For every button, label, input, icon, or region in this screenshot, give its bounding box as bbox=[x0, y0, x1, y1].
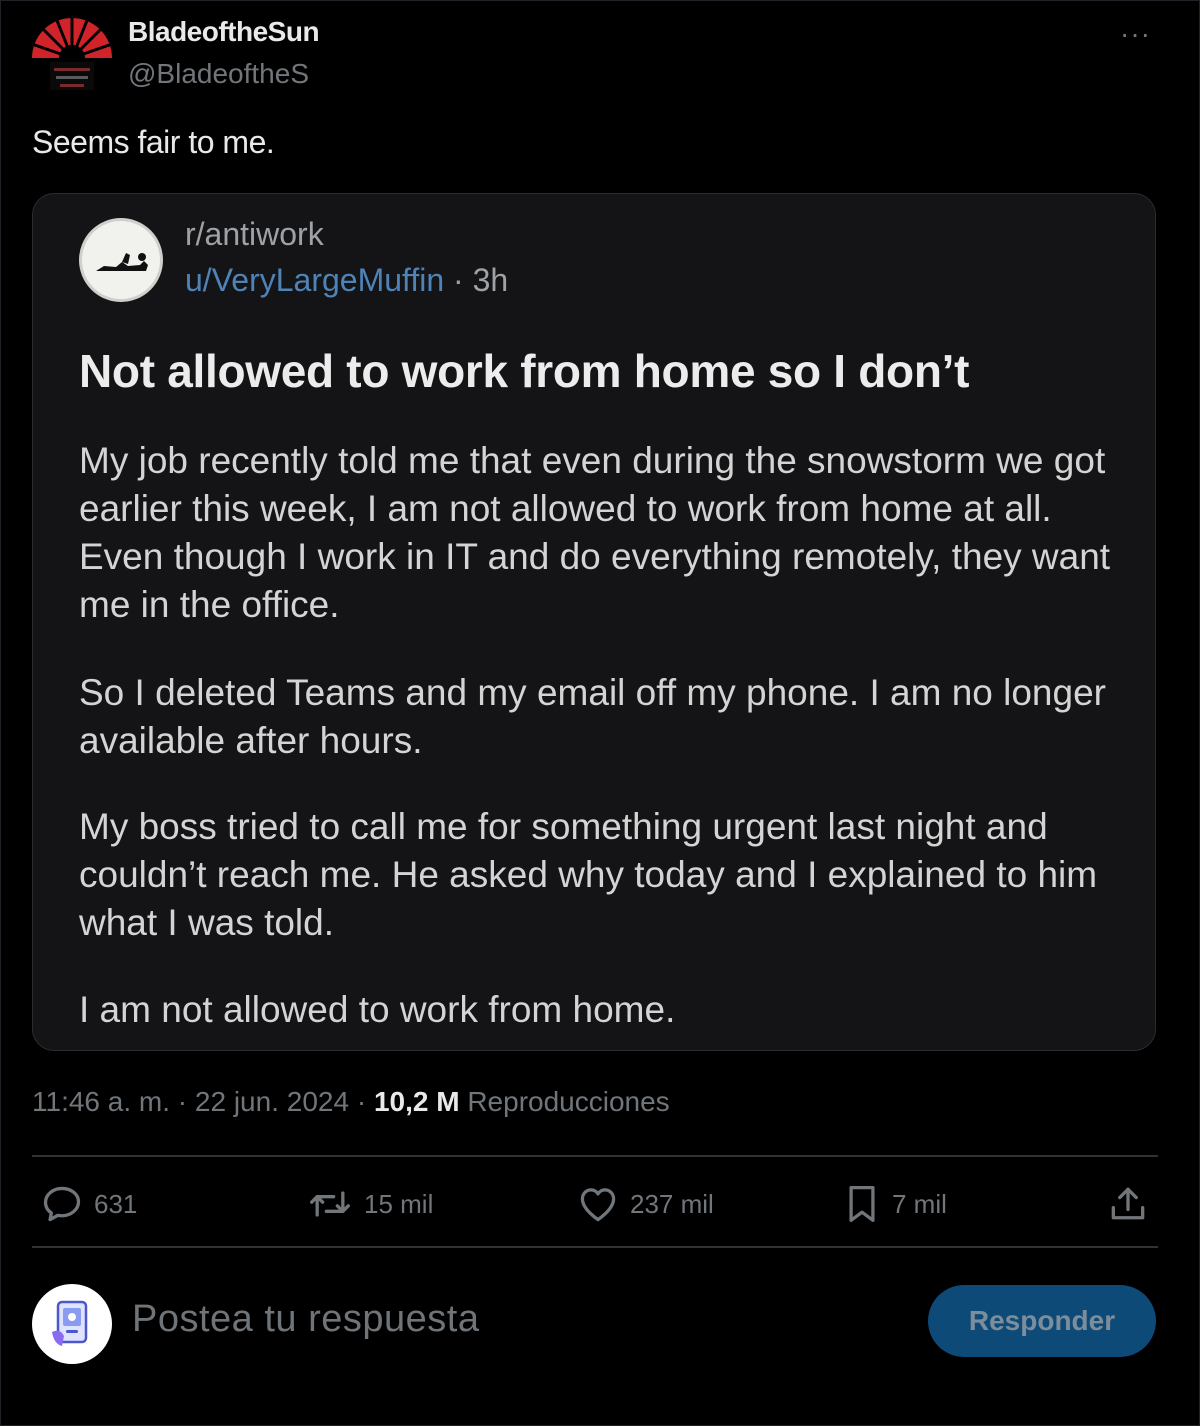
share-button[interactable] bbox=[1106, 1180, 1150, 1228]
tweet-date[interactable]: 22 jun. 2024 bbox=[195, 1086, 349, 1117]
reply-count: 631 bbox=[94, 1188, 138, 1219]
share-upload-icon bbox=[1111, 1187, 1145, 1220]
like-count: 237 mil bbox=[630, 1188, 714, 1219]
reply-submit-button[interactable]: Responder bbox=[928, 1285, 1156, 1357]
repost-count: 15 mil bbox=[364, 1188, 434, 1219]
tweet-time[interactable]: 11:46 a. m. bbox=[32, 1086, 170, 1117]
post-author-link[interactable]: u/VeryLargeMuffin bbox=[185, 262, 444, 298]
reply-button[interactable]: 631 bbox=[40, 1180, 137, 1228]
bookmark-button[interactable]: 7 mil bbox=[842, 1180, 947, 1228]
repost-arrows-icon bbox=[310, 1191, 350, 1217]
post-paragraph: I am not allowed to work from home. bbox=[79, 989, 676, 1030]
post-age: 3h bbox=[472, 262, 509, 298]
author-display-name[interactable]: BladeoftheSun bbox=[128, 16, 320, 48]
author-handle[interactable]: @BladeoftheS bbox=[128, 58, 309, 90]
post-title: Not allowed to work from home so I don’t bbox=[79, 345, 970, 397]
tweet-meta: 11:46 a. m. · 22 jun. 2024 · 10,2 M Repr… bbox=[32, 1086, 670, 1118]
views-label: Reproducciones bbox=[467, 1086, 670, 1117]
bookmark-icon bbox=[849, 1186, 875, 1223]
subreddit-avatar bbox=[79, 218, 163, 302]
like-button[interactable]: 237 mil bbox=[576, 1180, 714, 1228]
divider bbox=[32, 1246, 1158, 1248]
speech-bubble-icon bbox=[43, 1186, 81, 1222]
meta-separator: · bbox=[349, 1086, 374, 1117]
meta-separator: · bbox=[170, 1086, 195, 1117]
more-options-icon[interactable]: ··· bbox=[1120, 18, 1151, 50]
heart-icon bbox=[580, 1188, 616, 1222]
author-avatar[interactable] bbox=[30, 14, 114, 98]
current-user-avatar[interactable] bbox=[32, 1284, 112, 1364]
post-paragraph: My boss tried to call me for something u… bbox=[79, 806, 1098, 943]
post-paragraph: My job recently told me that even during… bbox=[79, 440, 1111, 625]
rising-sun-logo-icon bbox=[31, 16, 113, 90]
bookmark-count: 7 mil bbox=[892, 1188, 947, 1219]
divider bbox=[32, 1155, 1158, 1157]
post-author-line: u/VeryLargeMuffin · 3h bbox=[185, 262, 508, 299]
embedded-post-card[interactable]: r/antiwork u/VeryLargeMuffin · 3h Not al… bbox=[32, 193, 1156, 1051]
reply-input[interactable]: Postea tu respuesta bbox=[132, 1298, 480, 1341]
repost-button[interactable]: 15 mil bbox=[306, 1180, 433, 1228]
separator-dot: · bbox=[444, 262, 473, 298]
views-count: 10,2 M bbox=[373, 1086, 460, 1117]
reclining-figure-icon bbox=[96, 253, 148, 271]
post-paragraph: So I deleted Teams and my email off my p… bbox=[79, 672, 1106, 761]
phone-character-icon bbox=[52, 1300, 88, 1346]
subreddit-name: r/antiwork bbox=[185, 216, 324, 252]
tweet-text: Seems fair to me. bbox=[32, 124, 275, 160]
